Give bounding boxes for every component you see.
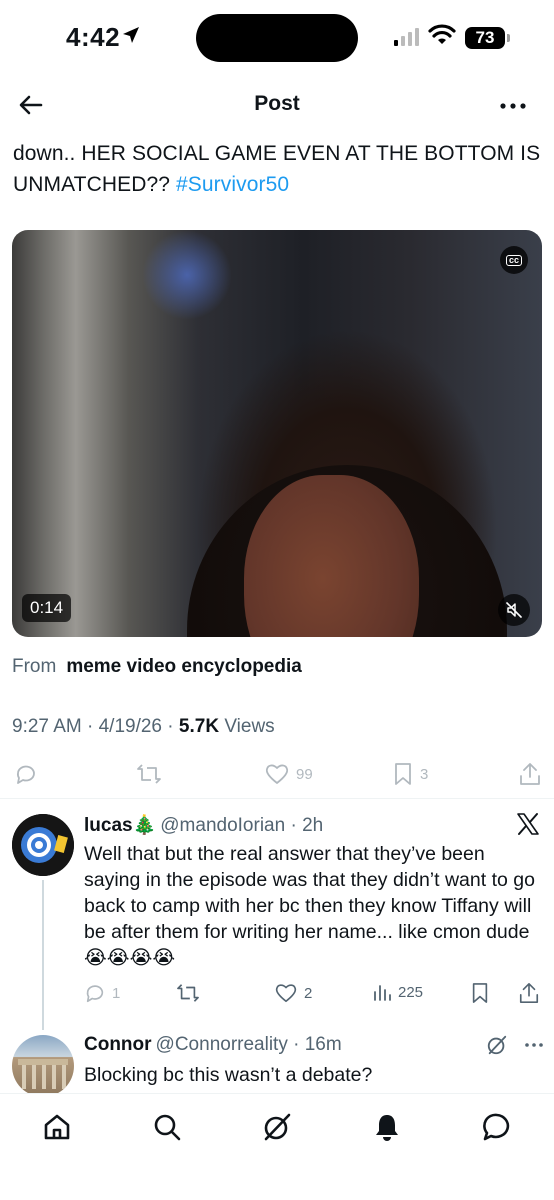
post-header: Post [0, 74, 554, 134]
like-button[interactable]: 2 [274, 982, 312, 1004]
video-source: From meme video encyclopedia [12, 656, 302, 678]
bookmark-icon [472, 983, 488, 1003]
divider [0, 798, 554, 799]
status-bar: 4:42 73 [0, 0, 554, 74]
wifi-icon [428, 24, 456, 44]
repost-button[interactable] [136, 762, 162, 786]
avatar[interactable] [12, 814, 74, 876]
reply-author-name[interactable]: lucas [84, 815, 133, 836]
more-icon[interactable] [498, 92, 528, 120]
post-date: 4/19/26 [98, 716, 163, 737]
reply-time: 16m [304, 1034, 342, 1055]
avatar-image [12, 814, 74, 876]
from-label: From [12, 656, 57, 677]
avatar-image [18, 1059, 68, 1089]
reply-header: lucas🎄 @mandoIorian · 2h [84, 815, 324, 836]
reply-time: 2h [302, 815, 324, 836]
reply-author-handle[interactable]: @mandoIorian [160, 815, 285, 836]
bookmark-icon [395, 763, 411, 785]
post-time: 9:27 AM [12, 716, 82, 737]
video-player[interactable]: cc 0:14 [12, 230, 542, 637]
share-button[interactable] [518, 762, 542, 786]
repost-button[interactable] [176, 982, 200, 1004]
reply-count: 1 [112, 984, 121, 1002]
messages-icon[interactable] [482, 1112, 512, 1142]
reply-header-actions [486, 1034, 544, 1056]
post-meta: 9:27 AM · 4/19/26 · 5.7K Views [12, 716, 275, 737]
video-background [142, 230, 232, 320]
share-icon [519, 983, 539, 1003]
view-count: 225 [398, 983, 424, 1001]
mute-button[interactable] [498, 594, 530, 626]
views-label: Views [224, 716, 275, 737]
reply-button[interactable] [14, 762, 38, 786]
share-button[interactable] [518, 982, 540, 1004]
video-duration: 0:14 [22, 594, 72, 622]
like-button[interactable]: 99 [264, 762, 313, 786]
reply-author-handle[interactable]: @Connorreality [156, 1034, 288, 1055]
notifications-icon[interactable] [372, 1112, 402, 1142]
post-action-bar: 99 3 [0, 758, 554, 794]
like-icon [265, 764, 289, 784]
x-logo-icon [517, 813, 539, 835]
name-emoji: 🎄 [132, 815, 157, 836]
cellular-signal-icon [394, 28, 419, 46]
reply-action-bar: 1 2 225 [0, 978, 554, 1008]
reply-button[interactable]: 1 [84, 982, 120, 1004]
page-title: Post [254, 92, 300, 115]
avatar[interactable] [12, 1035, 74, 1097]
home-icon[interactable] [42, 1112, 72, 1142]
grok-icon[interactable] [262, 1112, 292, 1142]
search-icon[interactable] [152, 1112, 182, 1142]
more-icon[interactable] [524, 1035, 544, 1055]
views-count[interactable]: 5.7K [179, 716, 219, 737]
bookmark-button[interactable]: 3 [392, 762, 428, 786]
captions-button[interactable]: cc [500, 246, 528, 274]
tweet-text: down.. HER SOCIAL GAME EVEN AT THE BOTTO… [13, 138, 543, 200]
reply-author-name[interactable]: Connor [84, 1034, 152, 1055]
dynamic-island [196, 14, 358, 62]
like-count: 99 [296, 765, 313, 783]
muted-speaker-icon [506, 602, 522, 618]
captions-icon: cc [505, 254, 522, 266]
reply-text: Blocking bc this wasn’t a debate? [84, 1064, 373, 1086]
share-icon [520, 763, 540, 785]
reply-icon [86, 985, 104, 1003]
grok-icon[interactable] [486, 1034, 508, 1056]
status-time: 4:42 [66, 22, 121, 52]
battery-indicator: 73 [465, 27, 510, 49]
bookmark-count: 3 [420, 765, 429, 783]
bookmark-button[interactable] [470, 982, 490, 1004]
reply-icon [16, 765, 35, 784]
like-count: 2 [304, 984, 313, 1002]
like-icon [275, 984, 297, 1003]
views-icon [374, 985, 391, 1001]
repost-icon [177, 984, 199, 1002]
location-arrow-icon [123, 27, 139, 43]
reply-text: Well that but the real answer that they’… [84, 843, 535, 969]
source-link[interactable]: meme video encyclopedia [66, 656, 302, 677]
views-button[interactable]: 225 [372, 982, 423, 1002]
repost-icon [137, 764, 161, 784]
reply-header: Connor @Connorreality · 16m [84, 1034, 342, 1055]
bottom-nav [0, 1093, 554, 1200]
hashtag-link[interactable]: #Survivor50 [176, 173, 289, 196]
